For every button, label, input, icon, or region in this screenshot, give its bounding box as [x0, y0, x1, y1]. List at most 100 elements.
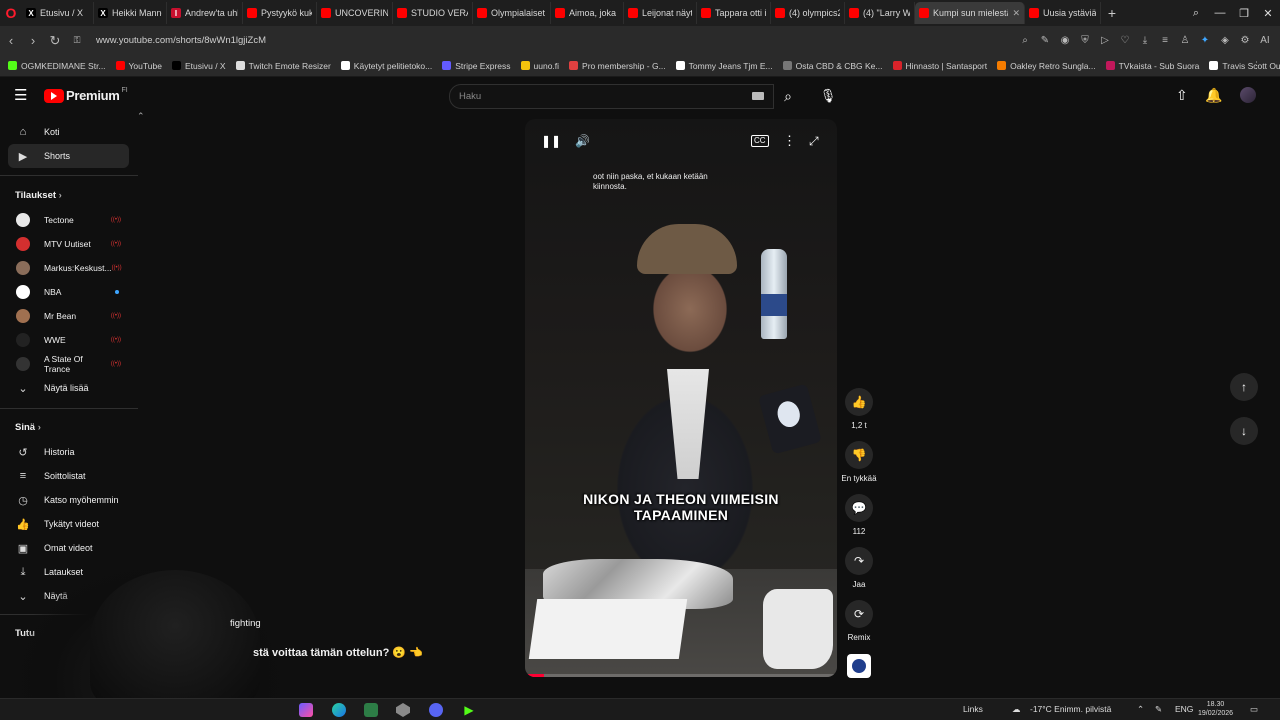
browser-tab[interactable]: Aimoa, joka kas: [551, 2, 624, 24]
bookmark-item[interactable]: Twitch Emote Resizer: [235, 61, 331, 71]
bookmark-item[interactable]: uuno.fi: [520, 61, 559, 71]
edge-app-icon[interactable]: [332, 703, 346, 717]
sidebar-item[interactable]: ⌂ Koti: [8, 120, 129, 144]
bookmark-item[interactable]: Hinnasto | Santasport: [892, 61, 987, 71]
bookmark-item[interactable]: Osta CBD & CBG Ke...: [782, 61, 883, 71]
browser-tab[interactable]: Tappara otti inj: [697, 2, 771, 24]
subscription-item[interactable]: WWE ((•)): [8, 328, 129, 352]
remix-icon[interactable]: ⟳: [845, 600, 873, 628]
links-toolbar[interactable]: Links: [963, 704, 983, 714]
forward-button[interactable]: ›: [22, 33, 44, 48]
spotify-app-icon[interactable]: [364, 703, 378, 717]
bookmark-item[interactable]: Oakley Retro Sungla...: [997, 61, 1096, 71]
comments-button[interactable]: 💬 112: [838, 494, 880, 536]
account-avatar[interactable]: [1240, 87, 1256, 103]
copilot-app-icon[interactable]: [299, 703, 313, 717]
browser-tab[interactable]: I Andrew'ta uhk: [167, 2, 243, 24]
share-button[interactable]: ↷ Jaa: [838, 547, 880, 589]
camera-icon[interactable]: ◉: [1058, 35, 1072, 46]
subscription-item[interactable]: Tectone ((•)): [8, 208, 129, 232]
kick-app-icon[interactable]: ▶: [462, 703, 476, 717]
network-icon[interactable]: ✎: [1155, 704, 1162, 715]
share-icon[interactable]: ↷: [845, 547, 873, 575]
shield-app-icon[interactable]: [396, 703, 410, 717]
sidebar-item[interactable]: 👍 Tykätyt videot: [8, 512, 129, 536]
bookmark-item[interactable]: TVkaista - Sub Suora: [1105, 61, 1199, 71]
browser-tab[interactable]: UNCOVERING T: [317, 2, 393, 24]
sidebar-item[interactable]: ≡ Soittolistat: [8, 464, 129, 488]
browser-tab[interactable]: (4) olympics20: [771, 2, 845, 24]
list-icon[interactable]: ≡: [1158, 35, 1172, 46]
shorts-player[interactable]: ❚❚ 🔊 CC ⋮ ⤢ oot niin paska, et kukaan ke…: [525, 119, 837, 677]
comments-icon[interactable]: 💬: [845, 494, 873, 522]
sidebar-item[interactable]: ↺ Historia: [8, 440, 129, 464]
bookmarks-more-icon[interactable]: ⋮: [1252, 60, 1261, 71]
you-header[interactable]: Sinä ›: [15, 422, 41, 433]
sidebar-item[interactable]: ⌄ Näytä lisää: [8, 376, 129, 400]
browser-tab[interactable]: Leijonat näytti: [624, 2, 697, 24]
browser-tab[interactable]: STUDIO VERAZ: [393, 2, 473, 24]
weather-widget[interactable]: -17°C Enimm. pilvistä: [1030, 704, 1111, 714]
like-button[interactable]: 👍 1,2 t: [838, 388, 880, 430]
subscription-item[interactable]: A State Of Trance ((•)): [8, 352, 129, 376]
bookmark-item[interactable]: Käytetyt pelitietoko...: [340, 61, 432, 71]
pause-icon[interactable]: ❚❚: [541, 134, 561, 148]
maximize-button[interactable]: ❐: [1232, 7, 1256, 20]
next-short-button[interactable]: ↓: [1230, 417, 1258, 445]
download-icon[interactable]: ⤓: [1138, 35, 1152, 46]
heart-icon[interactable]: ♡: [1118, 35, 1132, 46]
bookmark-item[interactable]: OGMKEDIMANE Str...: [8, 61, 106, 71]
tab-close-icon[interactable]: ✕: [1012, 8, 1020, 19]
channel-thumbnail[interactable]: [847, 654, 871, 678]
browser-tab[interactable]: X Etusivu / X: [22, 2, 94, 24]
url-field[interactable]: www.youtube.com/shorts/8wWn1lgjiZcM: [96, 35, 266, 46]
browser-tab[interactable]: Kumpi sun mielestä ✕: [915, 2, 1025, 24]
create-icon[interactable]: ⇧: [1176, 87, 1188, 104]
zoom-icon[interactable]: ⌕: [1018, 35, 1032, 46]
hamburger-menu-icon[interactable]: ☰: [14, 88, 30, 104]
like-icon[interactable]: 👍: [845, 388, 873, 416]
opera-logo-icon[interactable]: O: [0, 0, 22, 26]
keyboard-icon[interactable]: [752, 92, 764, 100]
subscription-item[interactable]: MTV Uutiset ((•)): [8, 232, 129, 256]
dislike-button[interactable]: 👎 En tykkää: [838, 441, 880, 483]
volume-icon[interactable]: 🔊: [575, 134, 590, 148]
edit-icon[interactable]: ✎: [1038, 35, 1052, 46]
bookmark-item[interactable]: Stripe Express: [442, 61, 511, 71]
bookmark-item[interactable]: Etusivu / X: [171, 61, 226, 71]
play-icon[interactable]: ▷: [1098, 35, 1112, 46]
fullscreen-icon[interactable]: ⤢: [809, 134, 819, 149]
new-tab-button[interactable]: +: [1101, 5, 1123, 21]
browser-tab[interactable]: (4) "Larry Whe: [845, 2, 915, 24]
shield-icon[interactable]: ⛨: [1078, 35, 1092, 46]
progress-bar[interactable]: [525, 674, 837, 677]
more-options-icon[interactable]: ⋮: [783, 133, 796, 149]
discord-app-icon[interactable]: [429, 703, 443, 717]
tray-chevron-icon[interactable]: ⌃: [1137, 704, 1144, 715]
minimize-button[interactable]: —: [1208, 7, 1232, 19]
browser-tab[interactable]: X Heikki Mannon: [94, 2, 167, 24]
subscription-item[interactable]: NBA: [8, 280, 129, 304]
bookmark-item[interactable]: Pro membership - G...: [569, 61, 666, 71]
close-window-button[interactable]: ✕: [1256, 7, 1280, 20]
video-frame[interactable]: [525, 119, 837, 677]
ai-icon[interactable]: AI: [1258, 35, 1272, 46]
subscriptions-header[interactable]: Tilaukset ›: [15, 190, 62, 201]
sidebar-item[interactable]: ◷ Katso myöhemmin: [8, 488, 129, 512]
profile-icon[interactable]: ♙: [1178, 35, 1192, 46]
back-button[interactable]: ‹: [0, 33, 22, 48]
browser-tab[interactable]: Pystyykö kuka: [243, 2, 317, 24]
previous-short-button[interactable]: ↑: [1230, 373, 1258, 401]
language-indicator[interactable]: ENG: [1175, 704, 1193, 714]
search-tabs-icon[interactable]: ⌕: [1184, 7, 1208, 20]
puzzle-icon[interactable]: ◈: [1218, 35, 1232, 46]
bookmark-item[interactable]: YouTube: [115, 61, 162, 71]
extension-icon[interactable]: ✦: [1198, 35, 1212, 46]
subscription-item[interactable]: Mr Bean ((•)): [8, 304, 129, 328]
browser-tab[interactable]: Uusia ystäviä a: [1025, 2, 1101, 24]
dislike-icon[interactable]: 👎: [845, 441, 873, 469]
subscription-item[interactable]: Markus:Keskust... ((•)): [8, 256, 129, 280]
settings-icon[interactable]: ⚙: [1238, 35, 1252, 46]
reload-button[interactable]: ↻: [44, 33, 66, 49]
bookmark-item[interactable]: Travis Scott Outfits...: [1209, 61, 1280, 71]
